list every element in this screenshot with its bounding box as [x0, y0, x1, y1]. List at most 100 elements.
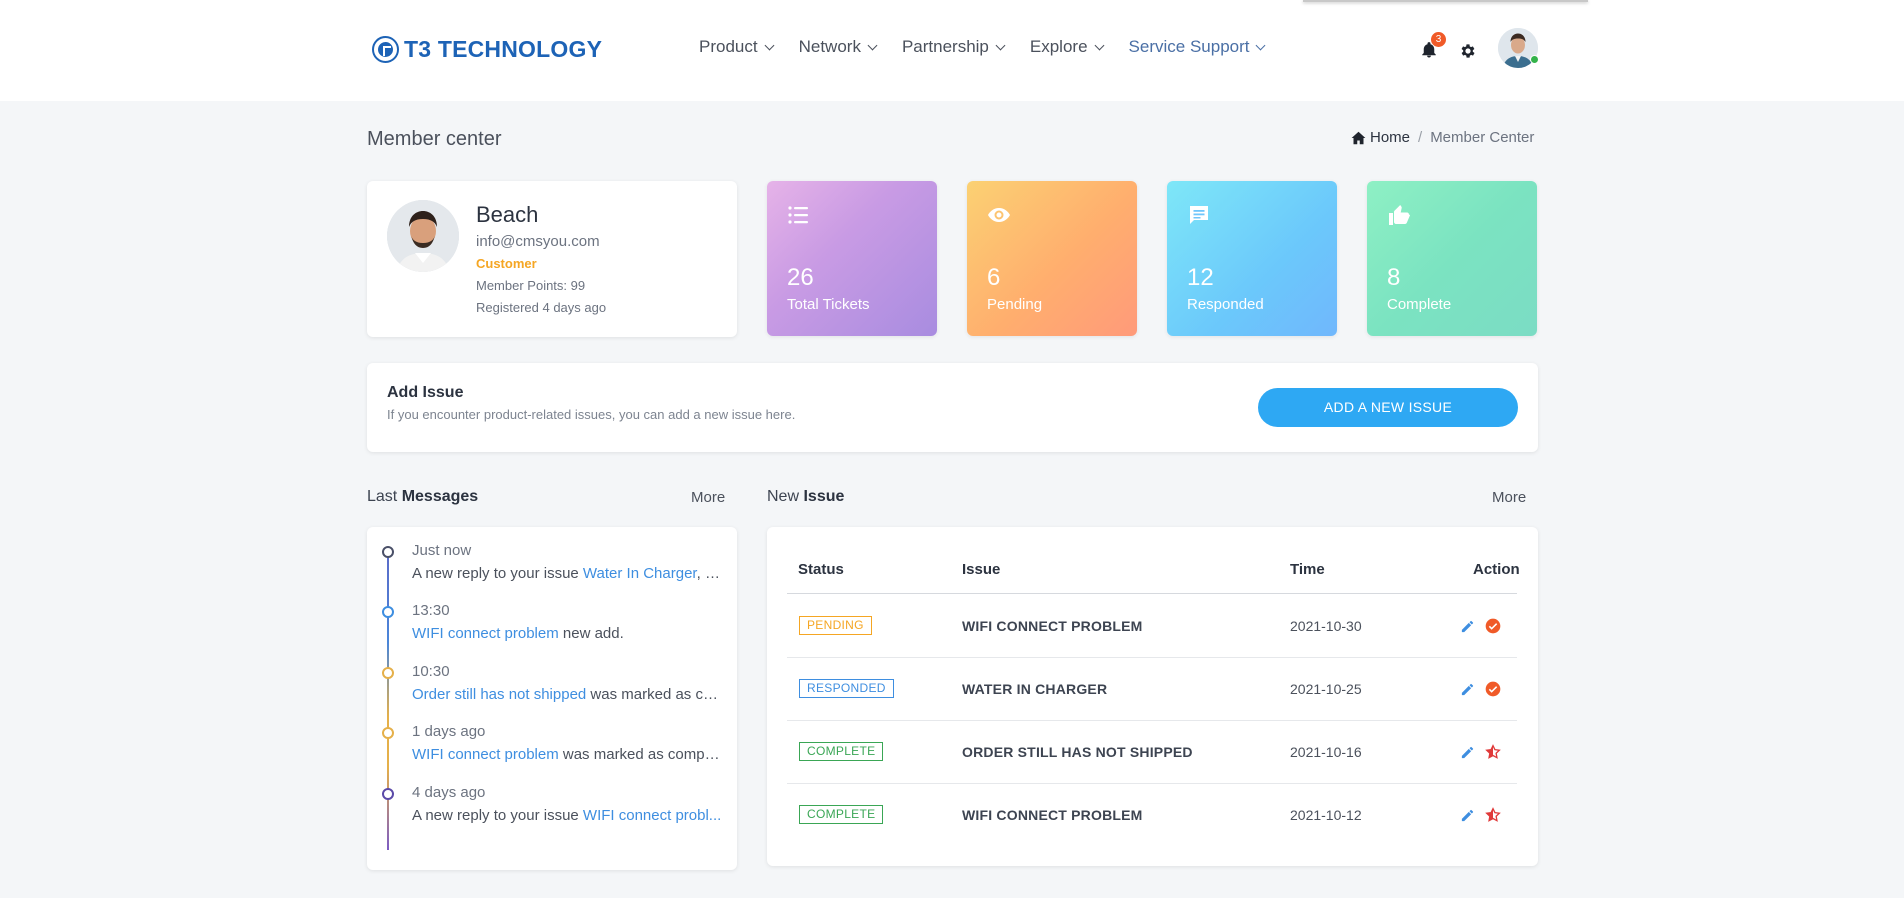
message-suffix: was marked as co... — [586, 686, 722, 703]
chevron-down-icon — [995, 40, 1006, 50]
timeline-line — [387, 554, 389, 850]
add-issue-card: Add Issue If you encounter product-relat… — [367, 363, 1538, 452]
stat-pending[interactable]: 6 Pending — [967, 181, 1137, 336]
message-prefix: A new reply to your issue — [412, 807, 583, 824]
status-badge: COMPLETE — [799, 742, 884, 761]
check-circle-icon[interactable] — [1485, 681, 1501, 697]
timeline-item: 1 days ago WIFI connect problem was mark… — [412, 723, 722, 763]
issues-table: Status Issue Time Action PENDING WIFI CO… — [767, 527, 1538, 866]
edit-icon[interactable] — [1460, 808, 1475, 823]
nav-partnership[interactable]: Partnership — [902, 37, 1006, 57]
breadcrumb-current: Member Center — [1430, 129, 1535, 146]
edit-icon[interactable] — [1460, 745, 1475, 760]
issue-name[interactable]: WATER IN CHARGER — [962, 681, 1107, 697]
message-issue-link[interactable]: Water In Charger — [583, 565, 697, 582]
stat-label: Total Tickets — [787, 296, 870, 313]
message-suffix: was marked as comple... — [558, 746, 722, 763]
timeline-item: 13:30 WIFI connect problem new add. — [412, 602, 722, 642]
stat-responded[interactable]: 12 Responded — [1167, 181, 1337, 336]
nav-explore[interactable]: Explore — [1029, 37, 1104, 57]
stat-complete[interactable]: 8 Complete — [1367, 181, 1537, 336]
profile-card: Beach info@cmsyou.com Customer Member Po… — [367, 181, 737, 337]
issues-heading: New Issue — [767, 488, 844, 506]
status-badge: PENDING — [799, 616, 872, 635]
edit-icon[interactable] — [1460, 682, 1475, 697]
star-half-icon[interactable] — [1485, 807, 1501, 823]
add-new-issue-button[interactable]: ADD A NEW ISSUE — [1258, 388, 1518, 427]
issue-time: 2021-10-16 — [1290, 744, 1362, 760]
chevron-down-icon — [1256, 40, 1266, 50]
column-header-issue: Issue — [962, 561, 1001, 578]
chevron-down-icon — [1094, 40, 1104, 50]
breadcrumb-home-label: Home — [1370, 129, 1411, 146]
profile-email: info@cmsyou.com — [476, 233, 600, 250]
nav-product[interactable]: Product — [699, 37, 775, 57]
check-circle-icon[interactable] — [1485, 618, 1501, 634]
issues-heading-light: New — [767, 488, 800, 505]
stat-label: Pending — [987, 296, 1043, 313]
column-header-time: Time — [1290, 561, 1325, 578]
timeline-item: 10:30 Order still has not shipped was ma… — [412, 663, 722, 703]
stat-value: 6 — [987, 264, 1001, 291]
status-badge: RESPONDED — [799, 679, 894, 698]
table-row: COMPLETE WIFI CONNECT PROBLEM 2021-10-12 — [787, 784, 1517, 847]
top-navbar: T3 TECHNOLOGY Product Network Partnershi… — [0, 0, 1904, 101]
timeline-item: 4 days ago A new reply to your issue WIF… — [412, 784, 722, 824]
column-header-status: Status — [798, 561, 844, 578]
message-prefix: A new reply to your issue — [412, 565, 583, 582]
stat-total-tickets[interactable]: 26 Total Tickets — [767, 181, 937, 336]
nav-label: Explore — [1029, 37, 1088, 56]
eye-icon — [988, 208, 1010, 222]
message-text: WIFI connect problem was marked as compl… — [412, 746, 722, 763]
nav-label: Product — [699, 37, 758, 56]
registered-date: Registered 4 days ago — [476, 300, 607, 315]
message-issue-link[interactable]: Order still has not shipped — [412, 686, 586, 703]
message-time: 10:30 — [412, 663, 450, 680]
breadcrumb-home[interactable]: Home — [1351, 129, 1410, 146]
timeline-dot — [382, 667, 394, 679]
dropdown-edge — [1303, 0, 1588, 2]
chevron-down-icon — [867, 40, 878, 50]
profile-role: Customer — [476, 256, 537, 271]
messages-heading: Last Messages — [367, 488, 478, 506]
stat-value: 26 — [787, 264, 814, 291]
add-issue-title: Add Issue — [387, 384, 464, 401]
issue-name[interactable]: WIFI CONNECT PROBLEM — [962, 618, 1143, 634]
nav-label: Network — [798, 37, 861, 56]
table-row: PENDING WIFI CONNECT PROBLEM 2021-10-30 — [787, 595, 1517, 658]
message-time: 1 days ago — [412, 723, 486, 740]
nav-label: Service Support — [1128, 37, 1250, 56]
message-time: 4 days ago — [412, 784, 486, 801]
nav-service-support[interactable]: Service Support — [1128, 37, 1266, 57]
breadcrumb: Home / Member Center — [1351, 129, 1534, 146]
issues-more-link[interactable]: More — [1492, 489, 1526, 506]
table-row: RESPONDED WATER IN CHARGER 2021-10-25 — [787, 658, 1517, 721]
issue-name[interactable]: ORDER STILL HAS NOT SHIPPED — [962, 744, 1193, 760]
member-points: Member Points: 99 — [476, 278, 586, 293]
notification-badge: 3 — [1431, 32, 1446, 47]
message-text: Order still has not shipped was marked a… — [412, 686, 722, 703]
brand-name: T3 TECHNOLOGY — [404, 35, 603, 62]
thumbs-up-icon — [1389, 205, 1410, 225]
message-suffix: new add. — [558, 625, 624, 642]
messages-timeline: Just now A new reply to your issue Water… — [367, 527, 737, 870]
star-half-icon[interactable] — [1485, 744, 1501, 760]
issue-name[interactable]: WIFI CONNECT PROBLEM — [962, 807, 1143, 823]
brand-logo[interactable]: T3 TECHNOLOGY — [372, 34, 602, 64]
logo-icon — [372, 35, 399, 63]
message-issue-link[interactable]: WIFI connect problem — [412, 746, 559, 763]
messages-more-link[interactable]: More — [691, 489, 725, 506]
profile-photo — [387, 200, 459, 272]
edit-icon[interactable] — [1460, 619, 1475, 634]
message-issue-link[interactable]: WIFI connect problem — [412, 625, 559, 642]
stat-value: 12 — [1187, 264, 1214, 291]
table-row: COMPLETE ORDER STILL HAS NOT SHIPPED 202… — [787, 721, 1517, 784]
profile-avatar — [387, 200, 459, 272]
nav-network[interactable]: Network — [798, 37, 878, 57]
gear-icon[interactable] — [1459, 42, 1477, 60]
timeline-dot — [382, 788, 394, 800]
messages-heading-light: Last — [367, 488, 398, 505]
message-issue-link[interactable]: WIFI connect probl... — [583, 807, 721, 824]
chevron-down-icon — [764, 40, 775, 50]
message-time: Just now — [412, 542, 472, 559]
